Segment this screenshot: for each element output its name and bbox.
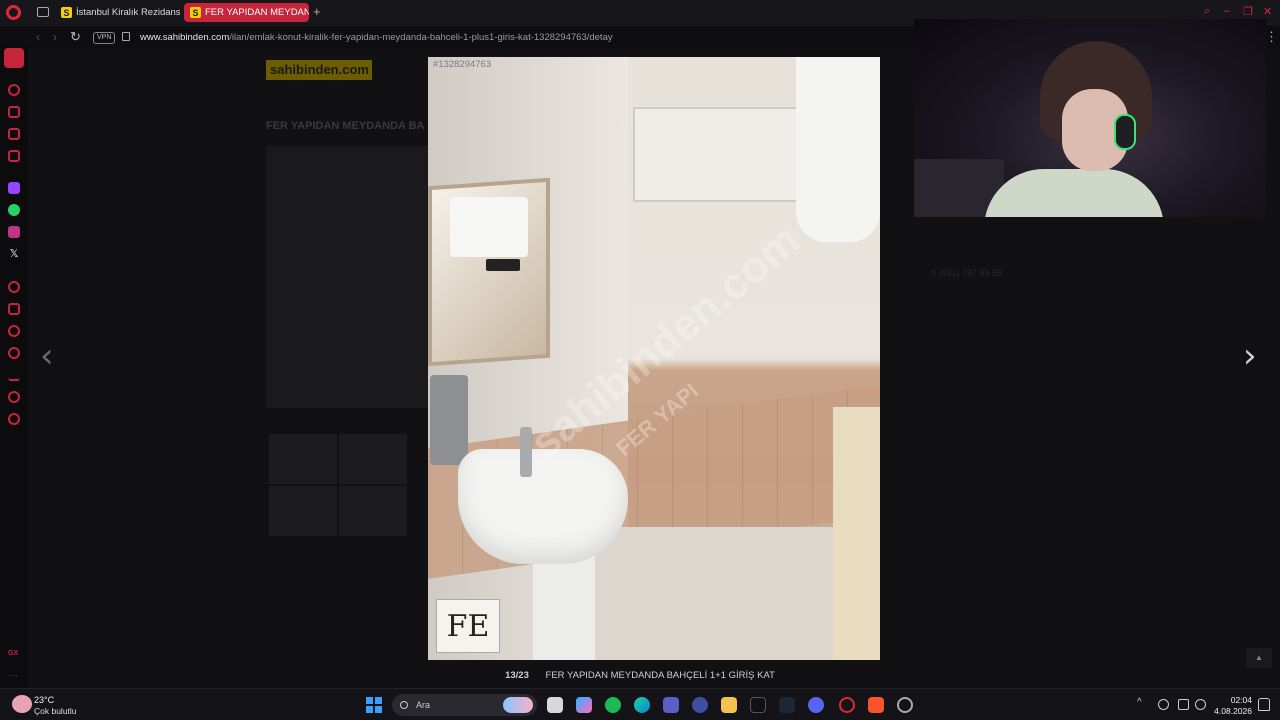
file-explorer-icon[interactable] [721,697,737,713]
opera-sidebar: 𝕏 GX ··· [0,46,28,688]
speed-dial-icon[interactable] [8,84,20,96]
search-tabs-icon[interactable]: ⌕ [1204,5,1210,18]
thumbnail[interactable] [339,434,407,484]
photo-combi-boiler [450,197,528,257]
listing-main-photo[interactable] [266,146,436,408]
whatsapp-icon[interactable] [8,204,20,216]
opera-gx-icon[interactable] [839,697,855,713]
url-path: /ilan/emlak-konut-kiralik-fer-yapidan-me… [229,32,613,43]
lock-icon[interactable] [122,32,130,41]
seller-phone: 0 (531) 787 99 59 [931,268,1003,278]
downloads-icon[interactable] [8,369,20,381]
photo-sink [458,449,628,564]
listing-title: FER YAPIDAN MEYDANDA BA [266,120,425,132]
photo-boiler-display [486,259,520,271]
app-icon[interactable] [692,697,708,713]
instagram-icon[interactable] [8,226,20,238]
history-icon[interactable] [8,347,20,359]
tiktok-icon[interactable] [750,697,766,713]
settings-gear-icon[interactable] [8,413,20,425]
clock-time[interactable]: 02:04 [1220,695,1252,705]
sahibinden-favicon-icon: S [190,7,201,18]
tab-istanbul-kiralik[interactable]: S İstanbul Kiralık Rezidans, V [55,3,180,22]
windows-start-icon[interactable] [366,697,382,713]
task-view-icon[interactable] [547,697,563,713]
twitch-icon[interactable] [8,182,20,194]
thumbnail[interactable] [269,434,337,484]
aria-icon[interactable] [8,106,20,118]
browser-menu-icon[interactable]: ⋮ [1265,29,1278,45]
search-placeholder: Ara [416,700,431,710]
search-highlight-icon [503,697,533,713]
chevron-right-icon[interactable]: › [1243,336,1257,376]
forward-icon[interactable]: › [53,30,57,44]
reload-icon[interactable]: ↻ [70,29,81,45]
photo-soap-dispenser [430,375,468,465]
photo-counter: 13/23 [505,670,529,681]
back-icon[interactable]: ‹ [36,30,40,44]
heart-icon[interactable] [8,325,20,337]
photo-vent [633,107,803,202]
music-icon[interactable] [8,281,20,293]
opera-logo-icon[interactable] [6,5,21,20]
tab-fer-yapidan-active[interactable]: S FER YAPIDAN MEYDANDA [184,3,309,22]
bookmarks-icon[interactable] [8,150,20,162]
search-icon [400,701,408,709]
lightbox-caption: 13/23 FER YAPIDAN MEYDANDA BAHÇELİ 1+1 G… [0,670,1280,681]
thumbnail[interactable] [269,486,337,536]
thumbnail[interactable] [339,486,407,536]
microphone-icon[interactable] [1158,699,1169,710]
network-icon[interactable] [1178,699,1189,710]
lightbox-photo[interactable]: sahibinden.com FER YAPI FE [428,57,880,660]
tray-overflow-icon[interactable]: ^ [1137,697,1142,708]
gx-icon[interactable]: GX [8,650,20,662]
tab-islands-icon[interactable] [37,7,49,17]
webcam-overlay [914,19,1266,217]
scroll-top-button[interactable]: ▲ [1246,648,1272,668]
messenger-icon[interactable] [8,128,20,140]
spotify-icon[interactable] [605,697,621,713]
webcam-headset [1114,114,1136,150]
volume-icon[interactable] [1195,699,1206,710]
teams-icon[interactable] [663,697,679,713]
screen: S İstanbul Kiralık Rezidans, V S FER YAP… [0,0,1280,720]
photo-water-heater [796,57,880,242]
weather-description[interactable]: Çok bulutlu [34,706,77,716]
url-field[interactable]: www.sahibinden.com/ilan/emlak-konut-kira… [140,32,613,43]
taskbar-search[interactable]: Ara [392,694,537,716]
maximize-icon[interactable]: ❐ [1243,5,1253,18]
edge-icon[interactable] [634,697,650,713]
extensions-icon[interactable] [8,391,20,403]
tab-label: FER YAPIDAN MEYDANDA [205,7,309,18]
photo-sink-pedestal [533,552,595,660]
vpn-badge[interactable]: VPN [93,32,116,44]
weather-icon[interactable] [12,695,32,713]
site-logo[interactable]: sahibinden.com [266,60,372,80]
tab-label: İstanbul Kiralık Rezidans, V [76,7,180,18]
webcam-person-shirt [984,169,1164,217]
fer-yapi-logo: FE [436,599,500,653]
chevron-left-icon[interactable]: ‹ [40,336,54,376]
clock-date[interactable]: 4.08.2026 [1212,706,1252,716]
x-icon[interactable]: 𝕏 [8,248,20,260]
sahibinden-favicon-icon: S [61,7,72,18]
copilot-icon[interactable] [576,697,592,713]
close-window-icon[interactable]: ✕ [1263,5,1272,18]
photo-caption-text: FER YAPIDAN MEYDANDA BAHÇELİ 1+1 GİRİŞ K… [545,670,775,681]
new-tab-plus-icon[interactable]: + [313,4,321,19]
steam-icon[interactable] [779,697,795,713]
discord-icon[interactable] [808,697,824,713]
home-icon[interactable] [4,48,24,68]
app-icon[interactable] [897,697,913,713]
player-icon[interactable] [8,303,20,315]
minimize-icon[interactable]: – [1224,5,1230,17]
listing-id: #1328294763 [433,59,492,70]
weather-temperature[interactable]: 23°C [34,695,54,705]
photo-door [833,407,880,660]
url-host: www.sahibinden.com [140,32,230,43]
notification-bell-icon[interactable] [1258,698,1270,711]
windows-taskbar: 23°C Çok bulutlu Ara ^ 02:04 4.08.2026 [0,688,1280,720]
brave-icon[interactable] [868,697,884,713]
